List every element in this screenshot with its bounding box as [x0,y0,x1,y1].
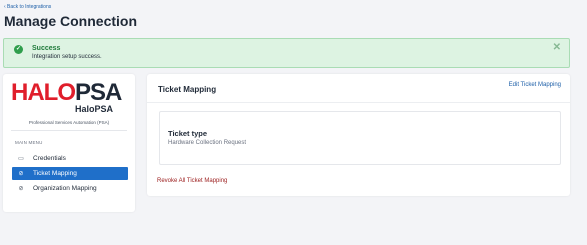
close-icon[interactable]: ✕ [553,42,561,53]
logo-tagline: Professional Services Automation (PSA) [28,120,110,125]
ticket-type-card: Ticket type Hardware Collection Request [159,111,561,165]
check-circle-icon: ✓ [14,45,23,54]
credentials-icon: ▭ [18,156,24,162]
sidebar-item-label: Ticket Mapping [33,170,77,177]
alert-message: Integration setup success. [32,54,102,60]
sidebar: HALOPSA HaloPSA Professional Services Au… [3,74,135,212]
panel-header: Ticket Mapping Edit Ticket Mapping [147,74,570,103]
sidebar-item-label: Organization Mapping [33,185,97,192]
sidebar-item-organization-mapping[interactable]: ⊘ Organization Mapping [12,182,128,195]
back-to-integrations-link[interactable]: ‹ Back to Integrations [4,4,51,10]
success-alert: ✓ Success Integration setup success. ✕ [3,38,570,68]
page-title: Manage Connection [4,13,138,29]
ticket-mapping-panel: Ticket Mapping Edit Ticket Mapping Ticke… [147,74,570,196]
revoke-all-ticket-mapping-link[interactable]: Revoke All Ticket Mapping [157,178,227,184]
halopsa-logo: HALOPSA HaloPSA [11,79,122,115]
ticket-type-label: Ticket type [168,129,208,138]
sidebar-divider [11,130,127,131]
sidebar-item-ticket-mapping[interactable]: ⊘ Ticket Mapping [12,167,128,180]
main-menu-heading: MAIN MENU [15,140,43,145]
edit-ticket-mapping-link[interactable]: Edit Ticket Mapping [509,82,561,88]
sidebar-item-label: Credentials [33,155,66,162]
alert-title: Success [32,45,61,52]
ticket-type-value: Hardware Collection Request [168,140,247,146]
link-icon: ⊘ [18,186,24,192]
sidebar-item-credentials[interactable]: ▭ Credentials [12,152,128,165]
link-icon: ⊘ [18,171,24,177]
panel-title: Ticket Mapping [158,85,217,94]
